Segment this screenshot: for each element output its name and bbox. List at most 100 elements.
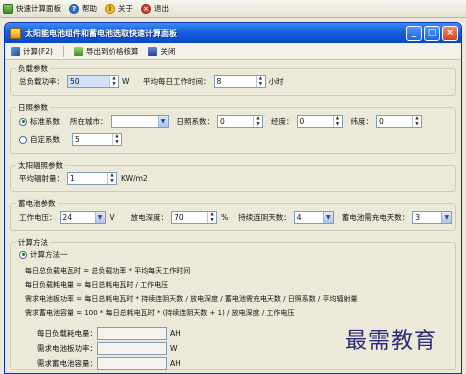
battery-params-title: 蓄电池参数 [16,198,58,209]
exit-icon: × [141,3,151,14]
avg-radiation-label: 平均辐射量： [19,174,64,183]
export-icon [73,46,83,56]
city-label: 所在城市： [70,117,108,126]
maximize-button[interactable]: □ [424,25,440,41]
help-icon: ? [69,3,79,14]
chevron-down-icon: ▼ [94,212,105,223]
longitude-label: 经度： [271,117,294,126]
daily-consumption-unit: AH [170,329,181,338]
cloudy-days-value: 4 [296,213,302,222]
standard-coef-radio[interactable] [19,117,27,126]
minimize-button[interactable]: _ [406,25,422,41]
custom-coef-value: 5 [75,135,80,144]
cloudy-days-label: 持续连阴天数： [238,213,291,222]
latitude-value: 0 [379,117,384,126]
window-titlebar[interactable]: 太阳能电池组件和蓄电池选取快速计算面板 _ □ × [5,23,461,43]
total-power-label: 总负载功率： [19,77,64,86]
export-button[interactable]: 导出到价格核算 [73,46,139,57]
sun-coef-input[interactable]: 0 ▲ ▼ [217,115,263,128]
daily-consumption-output [97,327,167,340]
close-button[interactable]: 关闭 [148,46,175,57]
about-icon: i [105,3,115,14]
voltage-unit: V [109,213,115,222]
custom-coef-input[interactable]: 5 ▲ ▼ [72,133,122,146]
load-params-group: 负载参数 总负载功率： 50 ▲ ▼ W 平均每日工作时间： 8 ▲ ▼ 小时 [10,63,456,96]
calc-button[interactable]: 计算(F2) [11,46,53,57]
formula-line: 每日负载耗电量 = 每日总耗电瓦时 / 工作电压 [25,281,169,289]
recharge-days-value: 3 [415,213,421,222]
recharge-days-label: 蓄电池需充电天数： [341,213,410,222]
longitude-value: 0 [299,117,305,126]
depth-unit: % [221,213,229,222]
menu-item-label: 帮助 [82,4,97,13]
chevron-down-icon: ▼ [441,212,452,223]
sun-coef-label: 日照系数： [176,117,215,126]
calc-method1-label: 计算方法一 [30,250,68,259]
avg-radiation-value: 1 [70,174,75,183]
city-select[interactable]: ▼ [110,115,169,128]
app-icon [10,27,21,39]
calc-button-label: 计算(F2) [23,46,53,56]
depth-label: 放电深度： [130,213,169,222]
panel-icon [3,3,13,14]
close-button-label: 关闭 [160,46,176,56]
sunshine-params-group: 日照参数 标准系数 所在城市： ▼ 日照系数： 0 ▲▼ 经度： 0 ▲▼ [10,102,456,154]
menu-item-exit[interactable]: × 退出 [141,3,169,14]
formula-line: 需求蓄电池容量 = 100 * 每日总耗电瓦时 * (持续连阴天数 + 1) /… [25,309,295,317]
total-power-value: 50 [68,76,109,87]
longitude-input[interactable]: 0 ▲ ▼ [296,115,343,128]
city-value [112,116,158,127]
voltage-label: 工作电压： [19,213,57,222]
latitude-input[interactable]: 0 ▲ ▼ [376,115,422,128]
cloudy-days-select[interactable]: 4 ▼ [293,211,334,224]
voltage-value: 24 [62,213,73,222]
battery-capacity-output [97,357,167,370]
recharge-days-select[interactable]: 3 ▼ [412,211,453,224]
calc-method-title: 计算方法 [16,237,50,248]
calc-panel-window: 太阳能电池组件和蓄电池选取快速计算面板 _ □ × 计算(F2) 导出到价格核算… [4,22,462,374]
panel-power-output [97,342,167,355]
battery-capacity-label: 需求蓄电池容量： [37,359,97,368]
menu-item-about[interactable]: i 关于 [105,3,133,14]
latitude-label: 纬度： [350,117,374,126]
standard-coef-label: 标准系数 [30,117,60,126]
load-params-title: 负载参数 [16,63,50,74]
battery-capacity-unit: AH [170,359,181,368]
depth-input[interactable]: 70 ▲ ▼ [171,211,218,224]
daily-hours-label: 平均每日工作时间： [143,77,211,86]
formula-line: 需求电池板功率 = 每日总耗电瓦时 * 持续连阴天数 / 放电深度 / 蓄电池需… [25,295,358,303]
export-button-label: 导出到价格核算 [85,46,139,56]
total-power-input[interactable]: 50 ▲ ▼ [67,75,119,88]
radiation-params-title: 太阳辐照参数 [16,160,65,171]
avg-radiation-unit: KW/m2 [121,174,148,183]
toolbar: 计算(F2) 导出到价格核算 关闭 [5,43,461,60]
radiation-params-group: 太阳辐照参数 平均辐射量： 1 ▲ ▼ KW/m2 [10,160,456,192]
daily-hours-unit: 小时 [268,77,284,86]
panel-power-label: 需求电池板功率： [37,344,97,353]
toolbar-separator [62,45,64,57]
watermark-logo: 最需教育 [345,329,438,354]
panel-power-unit: W [170,344,178,353]
custom-coef-radio[interactable] [19,135,27,144]
voltage-select[interactable]: 24 ▼ [59,211,106,224]
daily-hours-value: 8 [216,77,222,86]
sun-coef-value: 0 [220,117,225,126]
calc-method1-radio[interactable] [19,250,27,259]
depth-value: 70 [174,213,184,222]
menu-item-label: 退出 [154,4,169,13]
calculator-icon [11,46,20,56]
battery-params-group: 蓄电池参数 工作电压： 24 ▼ V 放电深度： 70 ▲ ▼ % 持续连阴天数：… [10,198,456,231]
chevron-down-icon: ▼ [322,212,333,223]
menu-item-label: 关于 [118,4,133,13]
total-power-unit: W [122,77,130,86]
close-window-button[interactable]: × [442,25,458,41]
daily-hours-input[interactable]: 8 ▲ ▼ [213,75,266,88]
menu-item-help[interactable]: ? 帮助 [69,3,97,14]
daily-consumption-label: 每日负载耗电量： [37,329,97,338]
custom-coef-label: 自定系数 [30,135,60,144]
menu-item-label: 快速计算面板 [16,4,61,13]
menu-item-quick-panel[interactable]: 快速计算面板 [3,3,61,14]
avg-radiation-input[interactable]: 1 ▲ ▼ [67,172,117,185]
window-title: 太阳能电池组件和蓄电池选取快速计算面板 [25,28,177,38]
close-door-icon [148,46,158,56]
